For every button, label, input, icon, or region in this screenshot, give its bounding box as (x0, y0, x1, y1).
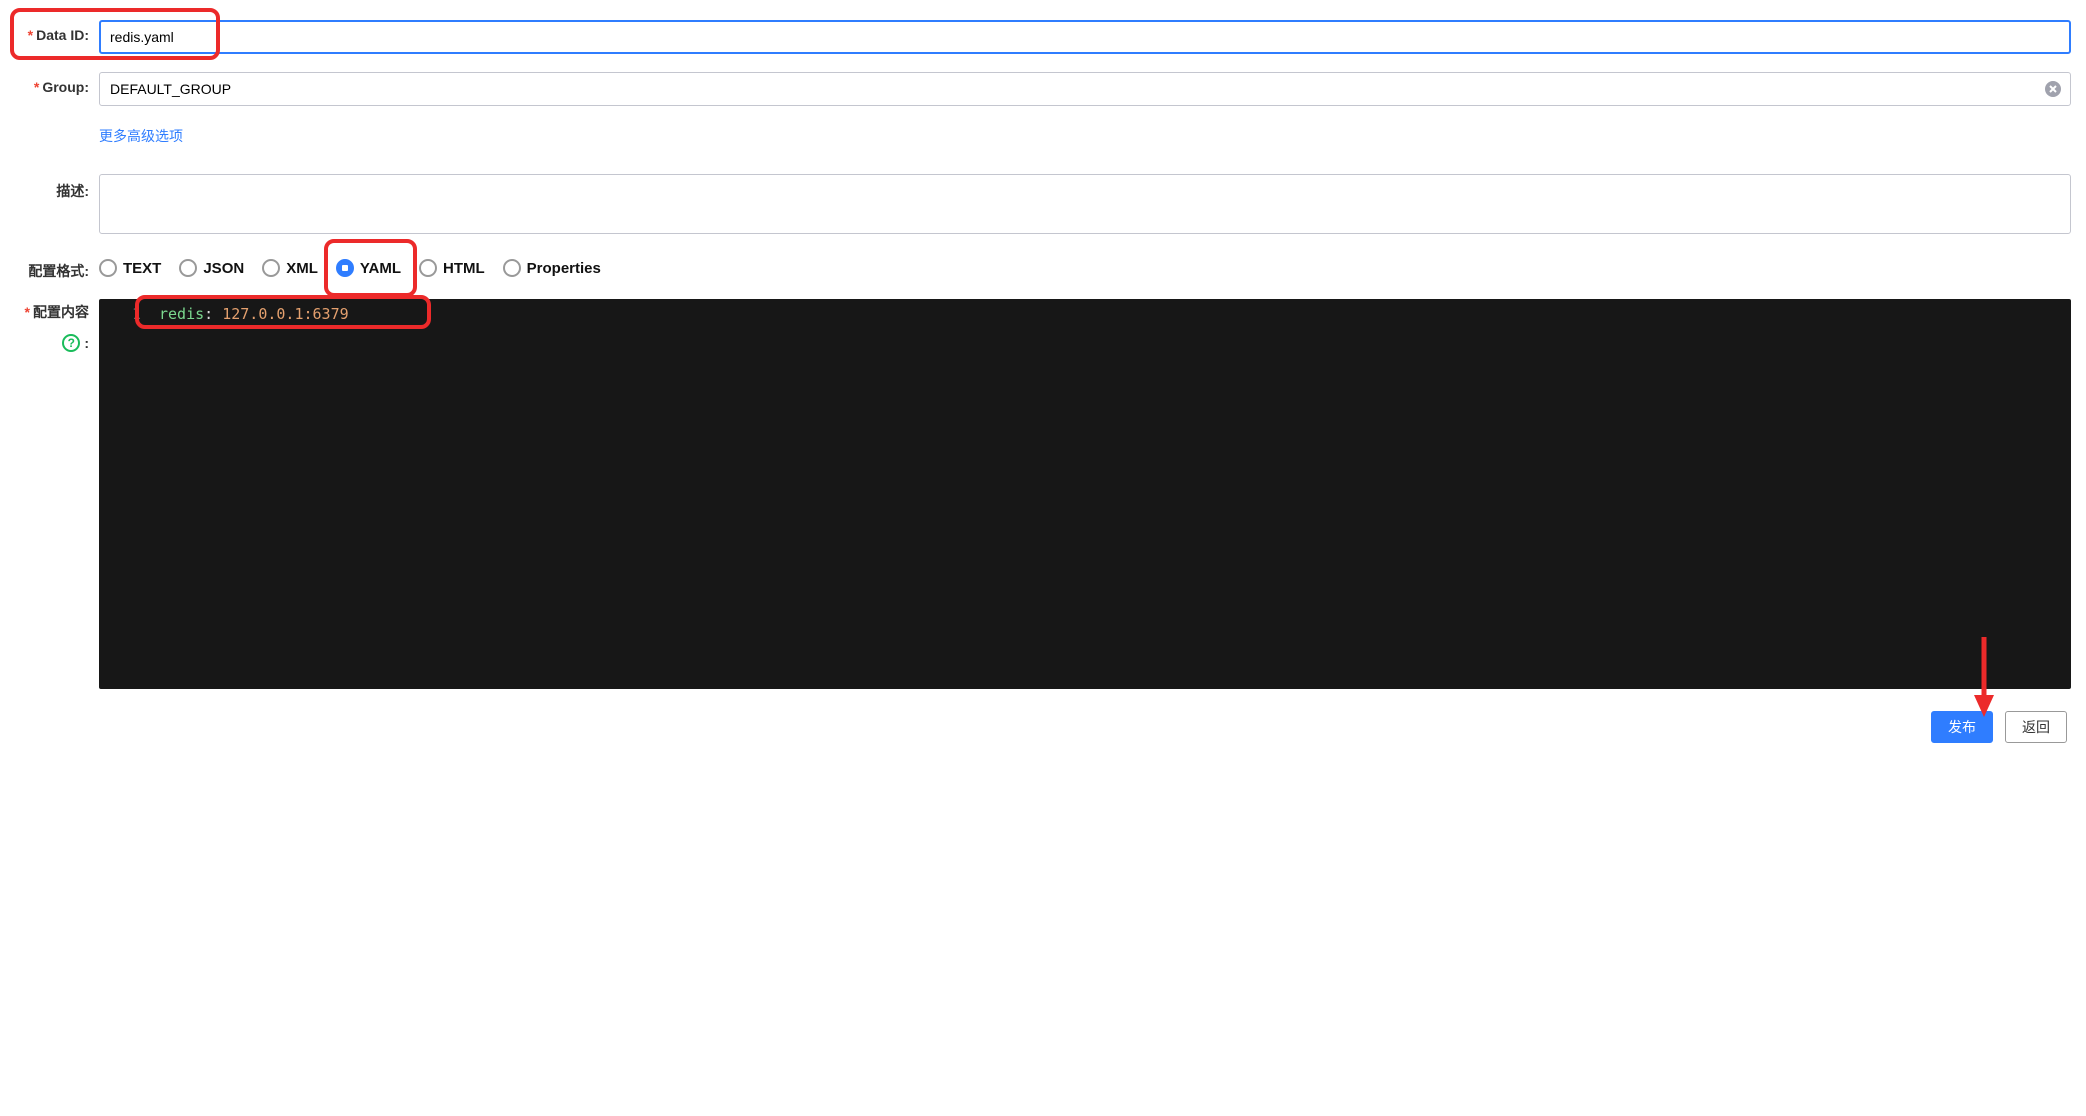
radio-icon (419, 259, 437, 277)
config-content-editor[interactable]: 1 redis: 127.0.0.1:6379 (99, 299, 2071, 689)
radio-label: HTML (443, 260, 485, 277)
format-radio-yaml[interactable]: YAML (336, 259, 401, 277)
radio-label: Properties (527, 260, 601, 277)
config-format-radio-group: TEXT JSON XML YAML HTML Properties (99, 255, 2071, 277)
group-label: *Group: (15, 72, 99, 95)
back-button[interactable]: 返回 (2005, 711, 2067, 743)
radio-icon (179, 259, 197, 277)
format-radio-text[interactable]: TEXT (99, 259, 161, 277)
group-input[interactable] (99, 72, 2071, 106)
description-textarea[interactable] (99, 174, 2071, 234)
editor-line-number: 1 (115, 305, 159, 323)
radio-label: YAML (360, 260, 401, 277)
data-id-label: *Data ID: (15, 20, 99, 43)
format-radio-properties[interactable]: Properties (503, 259, 601, 277)
config-content-label: *配置内容 ? : (15, 299, 99, 352)
format-radio-html[interactable]: HTML (419, 259, 485, 277)
radio-icon (262, 259, 280, 277)
more-advanced-options-link[interactable]: 更多高级选项 (99, 124, 183, 146)
radio-label: XML (286, 260, 318, 277)
radio-icon (336, 259, 354, 277)
help-icon[interactable]: ? (62, 334, 80, 352)
config-format-label: 配置格式: (15, 255, 99, 281)
format-radio-json[interactable]: JSON (179, 259, 244, 277)
radio-label: JSON (203, 260, 244, 277)
data-id-input[interactable] (99, 20, 2071, 54)
radio-icon (503, 259, 521, 277)
description-label: 描述: (15, 174, 99, 201)
help-colon: : (84, 335, 89, 351)
format-radio-xml[interactable]: XML (262, 259, 318, 277)
publish-button[interactable]: 发布 (1931, 711, 1993, 743)
radio-label: TEXT (123, 260, 161, 277)
editor-code-line: redis: 127.0.0.1:6379 (159, 305, 349, 323)
clear-icon[interactable] (2045, 81, 2061, 97)
radio-icon (99, 259, 117, 277)
